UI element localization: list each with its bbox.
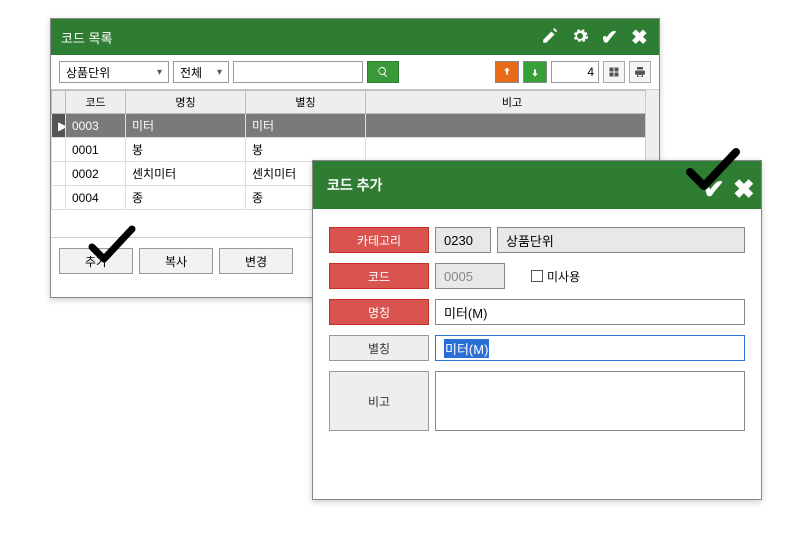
col-code[interactable]: 코드 [66,91,126,114]
category-name: 상품단위 [497,227,745,253]
cell-code: 0004 [66,186,126,210]
remark-label: 비고 [329,371,429,431]
grid-icon [608,66,620,78]
add-button-label: 추가 [85,253,107,270]
copy-button-label: 복사 [165,253,187,270]
cell-name: 봉 [126,138,246,162]
add-button[interactable]: 추가 [59,248,133,274]
modify-button[interactable]: 변경 [219,248,293,274]
alias-label: 별칭 [329,335,429,361]
grid-header-row: 코드 명칭 별칭 비고 [52,91,659,114]
toolbar: 상품단위 ▾ 전체 ▾ 4 [51,55,659,90]
name-input[interactable]: 미터(M) [435,299,745,325]
col-alias[interactable]: 별칭 [246,91,366,114]
row-marker: ▶ [52,114,66,138]
arrow-up-icon [501,66,513,78]
download-button[interactable] [523,61,547,83]
row-remark: 비고 [329,371,745,431]
row-marker-header [52,91,66,114]
category-code: 0230 [435,227,491,253]
copy-button[interactable]: 복사 [139,248,213,274]
arrow-down-icon [529,66,541,78]
cell-name: 센치미터 [126,162,246,186]
cell-name: 미터 [126,114,246,138]
checkbox-box-icon [531,270,543,282]
dialog-form: 카테고리 0230 상품단위 코드 0005 미사용 명칭 미터(M) 별칭 미… [313,209,761,449]
dialog-title: 코드 추가 [323,175,703,195]
close-icon[interactable]: ✖ [631,28,649,46]
row-name: 명칭 미터(M) [329,299,745,325]
print-icon [634,66,646,78]
cell-name: 종 [126,186,246,210]
print-button[interactable] [629,61,651,83]
dialog-apply-icon[interactable]: ✔ [703,176,721,194]
code-list-titlebar: 코드 목록 ✔ ✖ [51,19,659,55]
col-name[interactable]: 명칭 [126,91,246,114]
cell-code: 0001 [66,138,126,162]
cell-remark [366,114,659,138]
row-category: 카테고리 0230 상품단위 [329,227,745,253]
table-row[interactable]: ▶ 0003 미터 미터 [52,114,659,138]
remark-input[interactable] [435,371,745,431]
code-add-dialog: 코드 추가 ✔ ✖ 카테고리 0230 상품단위 코드 0005 미사용 명칭 … [312,160,762,500]
row-alias: 별칭 미터(M) [329,335,745,361]
row-marker [52,186,66,210]
excel-button[interactable] [603,61,625,83]
titlebar-icons: ✔ ✖ [541,27,649,48]
unused-label: 미사용 [547,268,580,285]
search-icon [377,66,389,78]
dialog-close-icon[interactable]: ✖ [733,176,751,194]
gear-icon[interactable] [571,27,589,48]
cell-alias: 미터 [246,114,366,138]
unused-checkbox[interactable]: 미사용 [531,263,580,289]
code-label: 코드 [329,263,429,289]
dialog-titlebar: 코드 추가 ✔ ✖ [313,161,761,209]
row-count-value: 4 [587,65,594,79]
category-dropdown[interactable]: 상품단위 ▾ [59,61,169,83]
modify-button-label: 변경 [245,253,267,270]
code-list-title: 코드 목록 [61,28,541,47]
dialog-titlebar-icons: ✔ ✖ [703,176,751,194]
edit-icon[interactable] [541,27,559,48]
chevron-down-icon: ▾ [157,67,162,78]
search-input[interactable] [233,61,363,83]
upload-button[interactable] [495,61,519,83]
table-row[interactable]: 0001 봉 봉 [52,138,659,162]
search-button[interactable] [367,61,399,83]
filter-dropdown[interactable]: 전체 ▾ [173,61,229,83]
category-dropdown-value: 상품단위 [66,64,110,81]
filter-dropdown-value: 전체 [180,64,202,81]
category-label: 카테고리 [329,227,429,253]
apply-icon[interactable]: ✔ [601,28,619,46]
code-value: 0005 [435,263,505,289]
row-marker [52,162,66,186]
chevron-down-icon: ▾ [217,67,222,78]
name-label: 명칭 [329,299,429,325]
alias-value: 미터(M) [444,339,489,358]
cell-code: 0003 [66,114,126,138]
col-remark[interactable]: 비고 [366,91,659,114]
cell-code: 0002 [66,162,126,186]
cell-alias: 봉 [246,138,366,162]
row-code: 코드 0005 미사용 [329,263,745,289]
name-value: 미터(M) [444,303,487,322]
row-marker [52,138,66,162]
row-count: 4 [551,61,599,83]
alias-input[interactable]: 미터(M) [435,335,745,361]
cell-remark [366,138,659,162]
